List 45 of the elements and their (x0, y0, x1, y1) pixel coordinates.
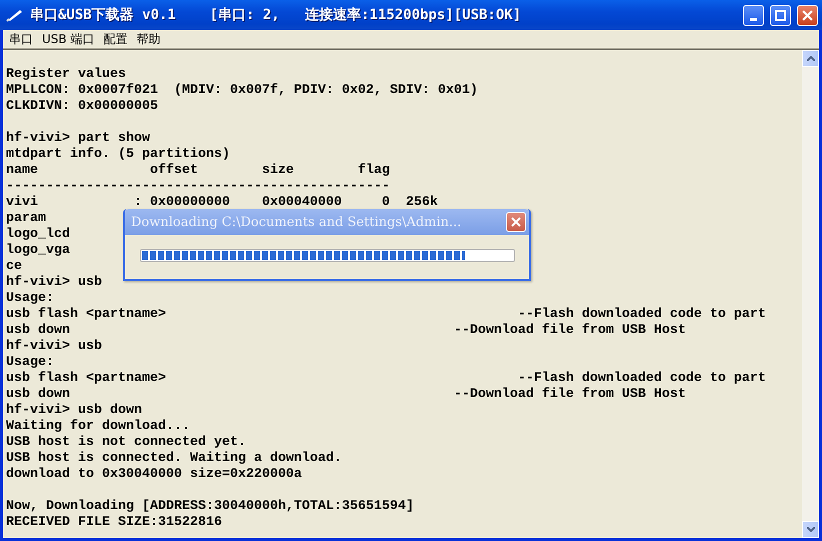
console-line: Now, Downloading [ADDRESS:30040000h,TOTAL:35651594] (6, 499, 414, 515)
console-line: param (6, 211, 46, 227)
maximize-icon (775, 10, 786, 20)
close-button[interactable] (506, 212, 526, 232)
console-line: USB host is not connected yet. (6, 435, 246, 451)
console-line: RECEIVED FILE SIZE:31522816 (6, 515, 222, 531)
close-icon (802, 10, 813, 20)
scroll-up-button[interactable] (802, 50, 819, 67)
scroll-down-button[interactable] (802, 521, 819, 538)
dialog-title: Downloading C:\Documents and Settings\Admin... (131, 214, 462, 230)
close-button[interactable] (797, 4, 818, 26)
console-line: hf-vivi> usb (6, 339, 102, 355)
console-line: usb flash <partname> --Flash downloaded code to part (6, 307, 766, 323)
console-line: Usage: (6, 291, 54, 307)
console-line: ------------------------------------------------ (6, 179, 390, 195)
console-line: hf-vivi> usb (6, 275, 102, 291)
console-line: Usage: (6, 355, 54, 371)
console-line: MPLLCON: 0x0007f021 (MDIV: 0x007f, PDIV: 0x02, SDIV: 0x01) (6, 83, 478, 99)
console-line: Waiting for download... (6, 419, 190, 435)
console-line: Register values (6, 67, 126, 83)
pen-icon (6, 8, 24, 22)
console-line: usb flash <partname> --Flash downloaded code to part (6, 371, 766, 387)
console-line: hf-vivi> usb down (6, 403, 142, 419)
console-line: mtdpart info. (5 partitions) (6, 147, 230, 163)
scrollbar[interactable] (802, 50, 819, 538)
console-line: usb down --Download file from USB Host (6, 387, 686, 403)
console-line: logo_lcd (6, 227, 70, 243)
console-line: ce (6, 259, 22, 275)
console-line: name offset size flag (6, 163, 390, 179)
menu-item[interactable]: 配置 (100, 30, 134, 48)
console-line: CLKDIVN: 0x00000005 (6, 99, 158, 115)
console-line: logo_vga (6, 243, 70, 259)
console-line: vivi : 0x00000000 0x00040000 0 256k (6, 195, 438, 211)
menu-item[interactable]: 串口 (6, 30, 39, 48)
console-line: usb down --Download file from USB Host (6, 323, 686, 339)
window-title: 串口&USB下载器 v0.1 [串口: 2, 连接速率:115200bps][USB:OK] (30, 6, 522, 24)
console-line: USB host is connected. Waiting a download. (6, 451, 342, 467)
minimize-button[interactable] (743, 4, 764, 26)
maximize-button[interactable] (770, 4, 791, 26)
console-line: download to 0x30040000 size=0x220000a (6, 467, 302, 483)
close-icon (511, 217, 521, 227)
menu-item[interactable]: 帮助 (133, 30, 166, 48)
menu-item[interactable]: USB 端口 (39, 30, 100, 48)
console-line: hf-vivi> part show (6, 131, 150, 147)
minimize-icon (750, 18, 757, 20)
